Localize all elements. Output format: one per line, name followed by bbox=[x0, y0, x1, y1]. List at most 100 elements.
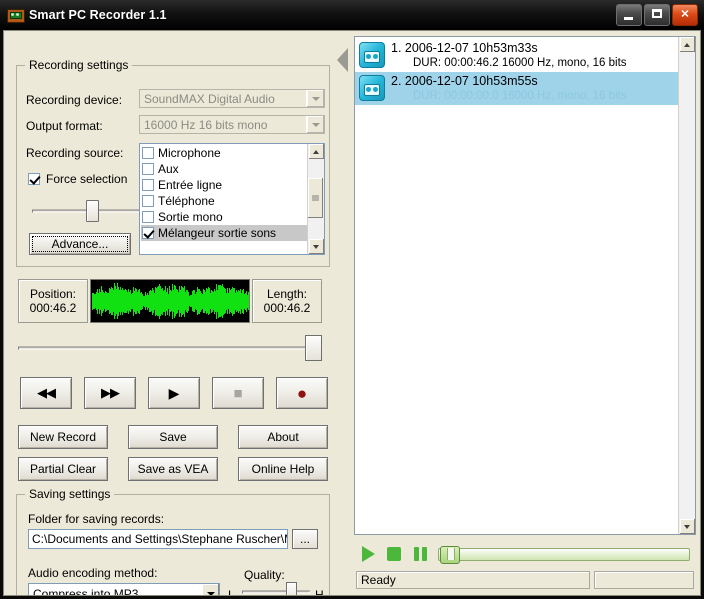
save-label: Save bbox=[159, 430, 187, 444]
waveform-bars bbox=[92, 281, 249, 321]
recordings-scrollbar[interactable] bbox=[678, 37, 695, 534]
output-format-value: 16000 Hz 16 bits mono bbox=[144, 117, 268, 132]
quality-slider[interactable] bbox=[242, 581, 310, 595]
list-item[interactable]: Téléphone bbox=[141, 193, 307, 209]
checkbox-icon[interactable] bbox=[142, 227, 154, 239]
stop-icon[interactable] bbox=[386, 546, 403, 562]
scroll-up-icon[interactable] bbox=[679, 37, 695, 52]
list-item-label: Mélangeur sortie sons bbox=[158, 226, 277, 240]
new-record-label: New Record bbox=[29, 430, 97, 444]
force-selection-checkbox[interactable]: Force selection bbox=[28, 172, 127, 186]
chevron-down-icon bbox=[306, 90, 324, 107]
close-icon: ✕ bbox=[680, 8, 690, 21]
list-item[interactable]: 2. 2006-12-07 10h53m55s DUR: 00:00:00.0 … bbox=[355, 72, 678, 105]
list-item[interactable]: 1. 2006-12-07 10h53m33s DUR: 00:00:46.2 … bbox=[355, 39, 678, 72]
position-label: Position: bbox=[29, 287, 77, 301]
client-area: Recording settings Recording device: Sou… bbox=[3, 30, 701, 596]
quality-low-label: L bbox=[228, 588, 235, 596]
browse-label: ... bbox=[299, 532, 310, 546]
recordings-list[interactable]: 1. 2006-12-07 10h53m33s DUR: 00:00:46.2 … bbox=[354, 36, 696, 535]
recording-volume-slider[interactable] bbox=[32, 199, 152, 223]
window-controls: ✕ bbox=[616, 4, 700, 26]
advance-button[interactable]: Advance... bbox=[29, 233, 131, 255]
scroll-up-icon[interactable] bbox=[308, 144, 324, 159]
slider-thumb[interactable] bbox=[440, 546, 460, 564]
scroll-down-icon[interactable] bbox=[308, 239, 324, 254]
status-message: Ready bbox=[356, 571, 590, 589]
checkbox-icon[interactable] bbox=[142, 211, 154, 223]
collapse-panel-arrow-icon[interactable] bbox=[336, 43, 350, 77]
about-button[interactable]: About bbox=[238, 425, 328, 449]
slider-track bbox=[242, 590, 310, 594]
minimize-button[interactable] bbox=[616, 4, 642, 26]
source-list-scrollbar[interactable] bbox=[307, 144, 324, 254]
play-button[interactable]: ▶ bbox=[148, 377, 200, 409]
record-button[interactable]: ● bbox=[276, 377, 328, 409]
stop-icon: ■ bbox=[233, 384, 243, 402]
recording-name: 2006-12-07 10h53m55s bbox=[404, 74, 538, 88]
browse-folder-button[interactable]: ... bbox=[292, 529, 318, 549]
list-item-label: Sortie mono bbox=[158, 210, 223, 224]
folder-input[interactable]: C:\Documents and Settings\Stephane Rusch… bbox=[28, 529, 288, 549]
rewind-icon: ◀◀ bbox=[37, 385, 56, 400]
online-help-button[interactable]: Online Help bbox=[238, 457, 328, 481]
scroll-down-icon[interactable] bbox=[679, 519, 695, 534]
recording-source-list[interactable]: Microphone Aux Entrée ligne Téléphone So… bbox=[139, 143, 325, 255]
close-button[interactable]: ✕ bbox=[672, 4, 698, 26]
list-item-label: Téléphone bbox=[158, 194, 215, 208]
slider-thumb[interactable] bbox=[286, 582, 297, 595]
recording-details: DUR: 00:00:46.2 16000 Hz, mono, 16 bits bbox=[413, 57, 627, 69]
scrollbar-thumb[interactable] bbox=[308, 178, 323, 218]
checkbox-icon[interactable] bbox=[142, 179, 154, 191]
advance-button-label: Advance... bbox=[51, 237, 109, 251]
rewind-button[interactable]: ◀◀ bbox=[20, 377, 72, 409]
maximize-button[interactable] bbox=[644, 4, 670, 26]
list-item-label: Microphone bbox=[158, 146, 221, 160]
checkbox-icon[interactable] bbox=[142, 195, 154, 207]
chevron-down-icon bbox=[306, 116, 324, 133]
encoding-label: Audio encoding method: bbox=[28, 566, 158, 580]
slider-thumb[interactable] bbox=[86, 200, 99, 222]
stop-button: ■ bbox=[212, 377, 264, 409]
list-item[interactable]: Mélangeur sortie sons bbox=[141, 225, 307, 241]
recording-device-label: Recording device: bbox=[26, 93, 123, 107]
position-slider[interactable] bbox=[18, 335, 322, 361]
forward-icon: ▶▶ bbox=[101, 385, 120, 400]
slider-track bbox=[18, 346, 322, 350]
output-format-combo[interactable]: 16000 Hz 16 bits mono bbox=[139, 115, 325, 134]
list-item[interactable]: Microphone bbox=[141, 145, 307, 161]
playback-progress-slider[interactable] bbox=[438, 546, 690, 564]
length-display: Length: 000:46.2 bbox=[252, 279, 322, 323]
recording-details: DUR: 00:00:00.0 16000 Hz, mono, 16 bits bbox=[413, 90, 627, 102]
list-item[interactable]: Aux bbox=[141, 161, 307, 177]
forward-button[interactable]: ▶▶ bbox=[84, 377, 136, 409]
encoding-value: Compress into MP3 bbox=[33, 587, 139, 596]
list-item-label: Entrée ligne bbox=[158, 178, 223, 192]
save-as-vea-button[interactable]: Save as VEA bbox=[128, 457, 218, 481]
save-as-vea-label: Save as VEA bbox=[137, 462, 209, 476]
recordings-items: 1. 2006-12-07 10h53m33s DUR: 00:00:46.2 … bbox=[355, 37, 678, 534]
quality-high-label: H bbox=[315, 588, 324, 596]
slider-thumb[interactable] bbox=[305, 335, 322, 361]
recording-device-combo[interactable]: SoundMAX Digital Audio bbox=[139, 89, 325, 108]
pause-icon[interactable] bbox=[412, 546, 429, 562]
record-icon: ● bbox=[296, 383, 308, 403]
online-help-label: Online Help bbox=[251, 462, 315, 476]
status-bar: Ready bbox=[354, 567, 696, 591]
encoding-combo[interactable]: Compress into MP3 bbox=[28, 583, 220, 596]
checkbox-icon[interactable] bbox=[142, 163, 154, 175]
checkbox-icon[interactable] bbox=[142, 147, 154, 159]
play-icon[interactable] bbox=[360, 546, 377, 562]
recording-name: 2006-12-07 10h53m33s bbox=[404, 41, 538, 55]
waveform-display[interactable] bbox=[90, 279, 250, 323]
partial-clear-button[interactable]: Partial Clear bbox=[18, 457, 108, 481]
left-panel: Recording settings Recording device: Sou… bbox=[4, 31, 336, 595]
recording-title: 1. 2006-12-07 10h53m33s bbox=[391, 41, 676, 56]
list-item[interactable]: Sortie mono bbox=[141, 209, 307, 225]
new-record-button[interactable]: New Record bbox=[18, 425, 108, 449]
save-button[interactable]: Save bbox=[128, 425, 218, 449]
partial-clear-label: Partial Clear bbox=[29, 462, 97, 476]
force-selection-label: Force selection bbox=[46, 172, 128, 186]
list-item[interactable]: Entrée ligne bbox=[141, 177, 307, 193]
recording-source-label: Recording source: bbox=[26, 146, 124, 160]
